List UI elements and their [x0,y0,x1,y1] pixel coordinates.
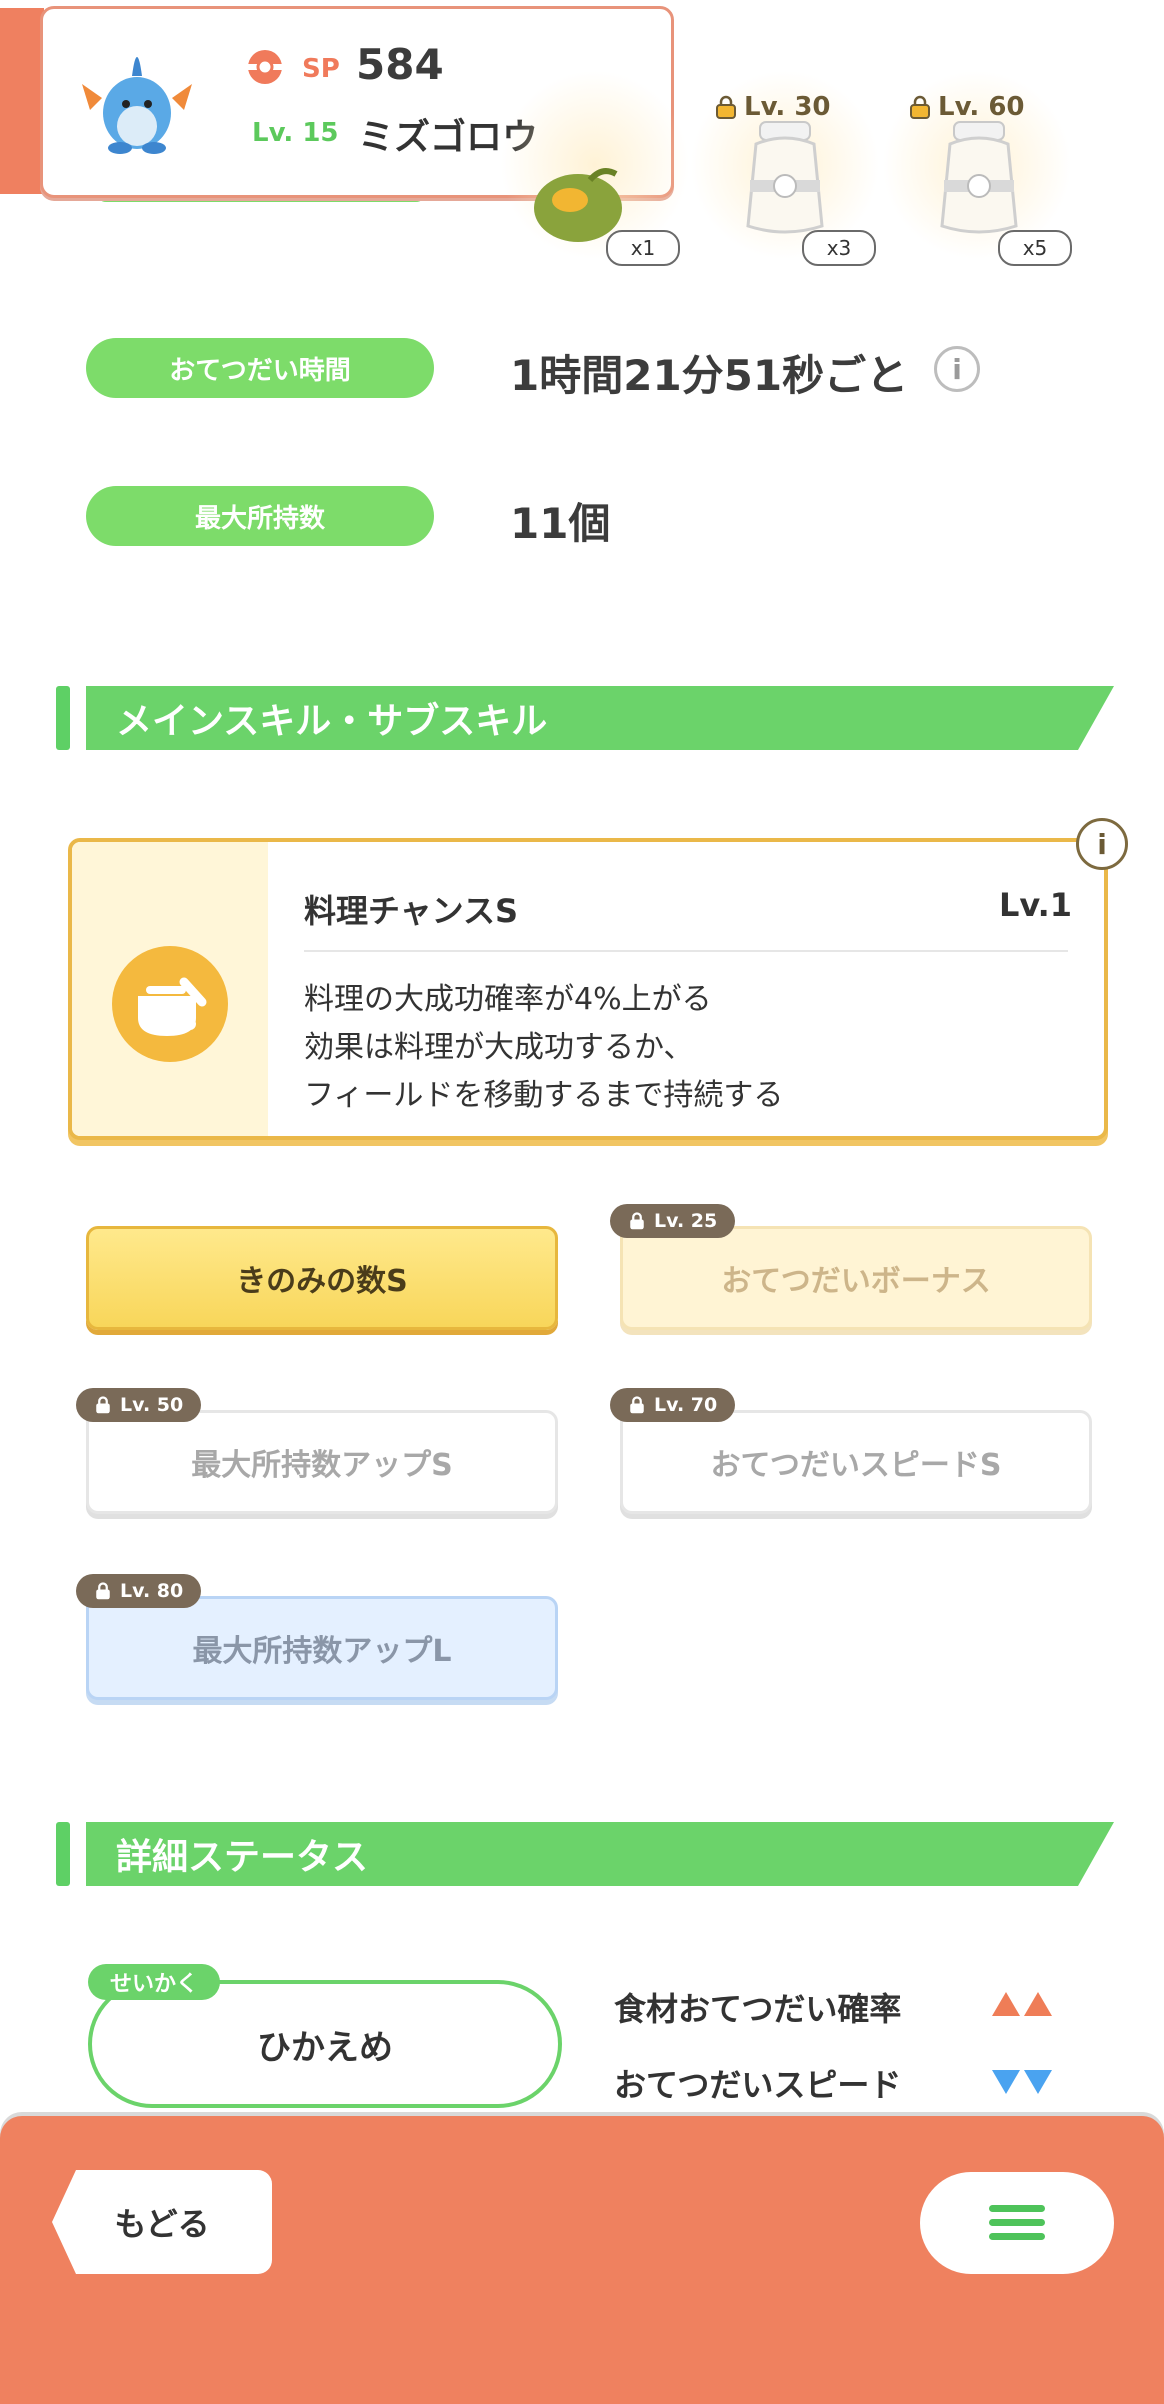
berry-icon [534,168,622,242]
milk-jar-icon [940,121,1018,234]
sub-skill-button[interactable]: 最大所持数アップL [86,1596,558,1700]
sub-skill-button[interactable]: おてつだいスピードS [620,1410,1092,1514]
sub-skill-lock-tag: Lv. 50 [76,1388,202,1422]
main-skill-level: Lv.1 [998,886,1072,924]
up-stat-label: 食材おてつだい確率 [614,1990,902,2028]
help-time-info-icon[interactable]: i [934,346,980,392]
lock-icon [910,95,930,119]
sub-skill-lock-level: Lv. 25 [654,1210,718,1232]
max-carry-label: 最大所持数 [86,486,434,546]
main-skill-desc-line: 料理の大成功確率が4%上がる [304,982,712,1017]
nature-tag: せいかく [88,1964,221,2000]
section-marker [56,1822,70,1886]
pokemon-level: Lv. 15 [252,118,339,148]
max-carry-value: 11個 [510,499,611,548]
sub-skill-lock-tag: Lv. 25 [610,1204,736,1238]
sub-skill-button[interactable]: おてつだいボーナス [620,1226,1092,1330]
main-skill-desc-line: フィールドを移動するまで持続する [304,1078,784,1113]
sub-skill-button[interactable]: 最大所持数アップS [86,1410,558,1514]
main-skill-desc-line: 効果は料理が大成功するか、 [304,1030,694,1065]
divider [304,950,1068,952]
back-button[interactable]: もどる [52,2170,272,2274]
lock-icon [96,1582,110,1600]
menu-button[interactable] [920,2172,1114,2274]
sp-label: SP [302,54,340,84]
sub-skill-button[interactable]: きのみの数S [86,1226,558,1330]
lock-icon [630,1396,644,1414]
sub-skill-lock-level: Lv. 80 [120,1580,184,1602]
sp-value: 584 [356,40,444,89]
hamburger-icon [989,2205,1045,2240]
lock-icon [630,1212,644,1230]
section-marker [56,686,70,750]
milk-jar-icon [746,121,824,234]
sp-ball-icon [248,50,282,84]
sub-skill-lock-tag: Lv. 80 [76,1574,202,1608]
up-arrows-icon [988,1992,1052,2020]
reward-multiplier: x1 [606,230,680,266]
main-skill-card[interactable]: 料理チャンスS Lv.1 料理の大成功確率が4%上がる 効果は料理が大成功するか… [68,838,1108,1140]
header-accent-strip [0,8,44,194]
pokemon-icon [82,57,192,154]
help-time-value: 1時間21分51秒ごと [510,351,909,400]
status-section-title: 詳細ステータス [86,1822,1114,1886]
reward-multiplier: x5 [998,230,1072,266]
sub-skill-lock-level: Lv. 70 [654,1394,718,1416]
lock-icon [716,95,736,119]
lock-icon [96,1396,110,1414]
main-skill-name: 料理チャンスS [304,892,519,930]
sub-skill-lock-tag: Lv. 70 [610,1388,736,1422]
sub-skill-lock-level: Lv. 50 [120,1394,184,1416]
help-time-label: おてつだい時間 [86,338,434,398]
main-skill-info-icon[interactable]: i [1076,818,1128,870]
down-stat-label: おてつだいスピード [614,2066,902,2104]
down-arrows-icon [988,2070,1052,2098]
reward-multiplier: x3 [802,230,876,266]
cooking-pot-icon [112,946,228,1062]
skills-section-title: メインスキル・サブスキル [86,686,1114,750]
